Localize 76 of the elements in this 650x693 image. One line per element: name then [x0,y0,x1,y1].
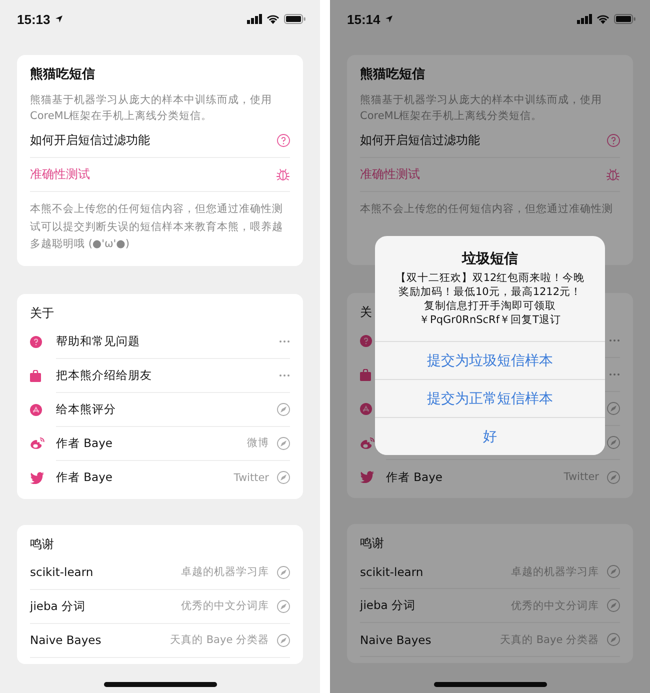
item-detail: 微博 [247,436,269,450]
question-icon [360,335,372,347]
compass-icon[interactable] [277,634,290,646]
more-icon[interactable] [279,374,290,376]
menu-item[interactable]: scikit-learn [30,565,94,579]
card-title: 熊猫吃短信 [360,66,426,84]
item-detail: 优秀的中文分词库 [181,599,269,613]
question-icon [30,336,42,348]
section-title: 鸣谢 [30,536,54,552]
compass-icon[interactable] [607,633,620,646]
help-icon [277,134,290,147]
compass-icon[interactable] [607,436,620,449]
item-detail: 天真的 Baye 分类器 [170,633,269,647]
compass-icon[interactable] [277,436,290,450]
compass-icon[interactable] [607,565,620,578]
status-time: 15:13 [17,12,50,26]
bug-icon [606,168,620,181]
menu-item[interactable]: Naive Bayes [30,633,102,647]
battery-icon [284,14,306,24]
menu-item[interactable]: 把本熊介绍给朋友 [56,368,152,382]
menu-item[interactable]: scikit-learn [360,564,424,578]
item-detail: 卓越的机器学习库 [181,565,269,579]
compass-icon[interactable] [607,402,620,415]
description-text: 熊猫基于机器学习从庞大的样本中训练而成，使用CoreML框架在手机上离线分类短信。 [360,93,603,124]
alert-title: 垃圾短信 [460,250,519,269]
menu-item[interactable]: 如何开启短信过滤功能 [30,132,150,149]
compass-icon[interactable] [277,402,290,416]
more-icon[interactable] [279,340,290,342]
app-store-icon [30,404,42,416]
wifi-icon [266,14,280,24]
bird-icon [30,472,44,484]
menu-item[interactable]: 准确性测试 [30,166,90,183]
bag-icon [30,370,41,382]
item-detail: Twitter [564,471,599,483]
more-icon[interactable] [609,339,620,342]
compass-icon[interactable] [607,470,620,484]
compass-icon[interactable] [607,599,620,612]
help-icon [607,134,620,147]
section-title: 鸣谢 [360,535,384,551]
location-icon [385,15,394,23]
battery-icon [614,14,636,24]
menu-item[interactable]: 作者 Baye [56,470,112,485]
weibo-icon [30,437,45,450]
menu-item[interactable]: 给本熊评分 [56,402,116,416]
item-detail: 优秀的中文分词库 [511,598,599,612]
card-title: 熊猫吃短信 [30,66,96,84]
menu-item[interactable]: 作者 Baye [56,436,112,450]
signal-icon [247,14,262,24]
bird-icon [360,471,374,483]
menu-item[interactable]: Naive Bayes [360,632,432,646]
alert-message: 【双十二狂欢】双12红包雨来啦！今晚奖励加码！最低10元，最高1212元！复制信息打开手淘即可领取￥PqGr0RnScRf￥回复T退订 [394,271,586,327]
compass-icon[interactable] [277,566,290,578]
item-detail: 卓越的机器学习库 [511,564,599,578]
item-detail: Twitter [234,472,269,484]
location-icon [55,15,64,23]
wifi-icon [596,14,610,24]
compass-icon[interactable] [277,600,290,612]
item-detail: 天真的 Baye 分类器 [500,632,599,646]
compass-icon[interactable] [277,471,290,484]
menu-item[interactable]: jieba 分词 [360,598,416,613]
privacy-note: 本熊不会上传您的任何短信内容，但您通过准确性测试可以提交判断失误的短信样本来教育本熊，喂养越多越聪明哦 (●'ω'●) [30,202,284,252]
signal-icon [577,14,592,24]
more-icon[interactable] [609,373,620,376]
privacy-note: 本熊不会上传您的任何短信内容，但您通过准确性测 [360,202,614,217]
section-title: 关 [360,304,372,320]
bug-icon [276,168,290,181]
status-time: 15:14 [347,12,380,26]
bag-icon [360,369,371,381]
description-text: 熊猫基于机器学习从庞大的样本中训练而成，使用CoreML框架在手机上离线分类短信。 [30,93,273,124]
app-store-icon [360,403,372,415]
menu-item[interactable]: jieba 分词 [30,598,86,614]
section-title: 关于 [30,304,54,320]
menu-item[interactable]: 帮助和常见问题 [56,334,140,348]
menu-item[interactable]: 作者 Baye [386,470,442,484]
menu-item[interactable]: 如何开启短信过滤功能 [360,132,480,149]
weibo-icon [360,436,375,450]
